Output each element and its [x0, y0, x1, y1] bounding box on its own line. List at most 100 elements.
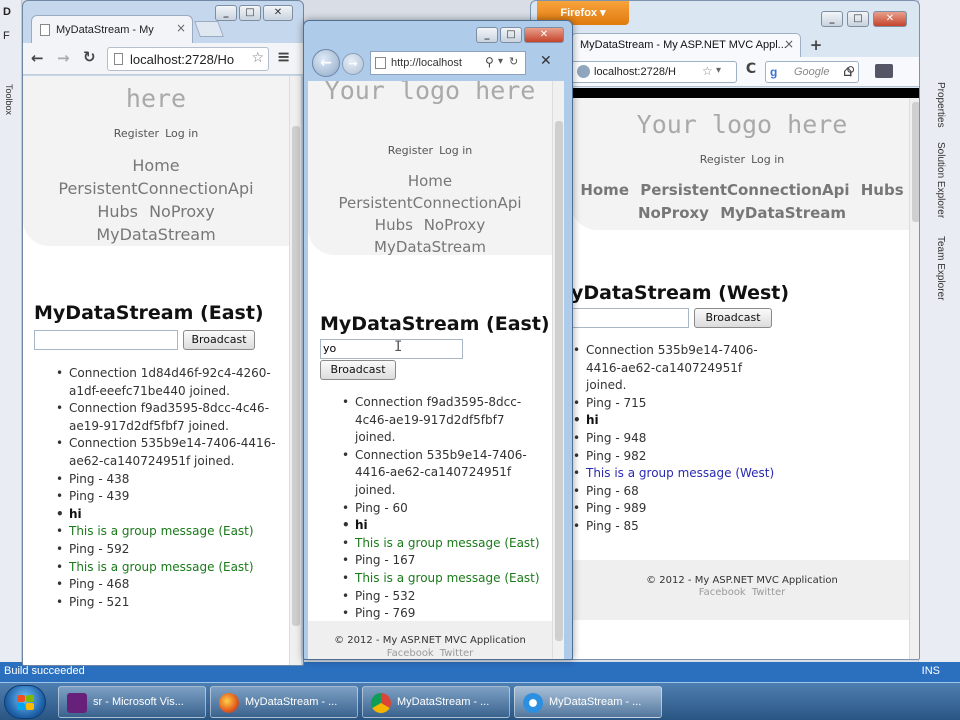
- login-link[interactable]: Log in: [165, 127, 198, 140]
- message-item: Connection f9ad3595-8dcc-4c46-ae19-917d2…: [340, 394, 546, 447]
- reload-button[interactable]: C: [739, 61, 763, 83]
- close-button[interactable]: ✕: [873, 11, 907, 27]
- nav-home[interactable]: Home: [408, 172, 452, 190]
- message-item: Ping - 948: [571, 430, 781, 448]
- message-input[interactable]: [571, 308, 689, 328]
- close-tab-icon[interactable]: ✕: [540, 53, 552, 69]
- register-link[interactable]: Register: [700, 153, 745, 166]
- nav-persistentconnectionapi[interactable]: PersistentConnectionApi: [640, 181, 849, 199]
- nav-hubs[interactable]: Hubs: [375, 216, 413, 234]
- nav-noproxy[interactable]: NoProxy: [149, 202, 215, 221]
- back-button[interactable]: ←: [312, 49, 340, 77]
- twitter-link[interactable]: Twitter: [752, 587, 786, 598]
- broadcast-button[interactable]: Broadcast: [694, 308, 772, 328]
- scrollbar[interactable]: [552, 81, 564, 659]
- message-item: Ping - 982: [571, 448, 781, 466]
- message-item: This is a group message (East): [54, 559, 276, 577]
- bookmark-star-icon[interactable]: ☆: [702, 64, 713, 78]
- team-explorer-tab[interactable]: Team Explorer: [935, 236, 946, 300]
- maximize-button[interactable]: □: [500, 27, 522, 43]
- message-item: Ping - 989: [571, 500, 781, 518]
- taskbar-item-chrome[interactable]: MyDataStream - ...: [362, 686, 510, 718]
- menu-icon[interactable]: ≡: [277, 47, 290, 66]
- forward-icon[interactable]: →: [57, 49, 70, 67]
- dropdown-icon[interactable]: ▾: [498, 56, 503, 67]
- nav-noproxy[interactable]: NoProxy: [424, 216, 486, 234]
- refresh-icon[interactable]: ↻: [509, 55, 518, 68]
- minimize-button[interactable]: _: [821, 11, 843, 27]
- back-icon[interactable]: ←: [31, 49, 44, 67]
- facebook-link[interactable]: Facebook: [699, 587, 746, 598]
- site-nav: Home PersistentConnectionApi Hubs NoProx…: [571, 179, 913, 225]
- nav-hubs[interactable]: Hubs: [861, 181, 904, 199]
- chrome-window: MyDataStream - My × _ □ ✕ ← → ↻ localhos…: [22, 0, 304, 666]
- taskbar-label: sr - Microsoft Vis...: [93, 696, 184, 708]
- url-bar[interactable]: localhost:2728/Ho ☆: [107, 47, 269, 71]
- twitter-link[interactable]: Twitter: [440, 648, 474, 659]
- facebook-link[interactable]: Facebook: [387, 648, 434, 659]
- dropdown-icon[interactable]: ▾: [716, 65, 721, 76]
- nav-home[interactable]: Home: [580, 181, 629, 199]
- message-item: Connection 1d84d46f-92c4-4260-a1df-eeefc…: [54, 365, 276, 400]
- toolbox-strip[interactable]: D F Toolbox: [0, 0, 22, 682]
- taskbar-item-visual-studio[interactable]: sr - Microsoft Vis...: [58, 686, 206, 718]
- properties-tab[interactable]: Properties: [935, 82, 946, 128]
- forward-button[interactable]: →: [342, 53, 364, 75]
- toolbox-tab[interactable]: Toolbox: [4, 84, 14, 115]
- page-heading: MyDataStream (East): [34, 302, 264, 324]
- vs-menu-letter: F: [3, 30, 10, 42]
- ie-window: _ □ ✕ ← → http://localhost ⚲ ▾ ↻ ✕ Your …: [303, 20, 573, 660]
- start-button[interactable]: [4, 685, 46, 719]
- firefox-window: Firefox ▾ _ □ ✕ MyDataStream - My ASP.NE…: [530, 0, 920, 660]
- new-tab-button[interactable]: [194, 21, 224, 37]
- search-icon[interactable]: ⚲: [485, 55, 494, 69]
- broadcast-button[interactable]: Broadcast: [320, 360, 396, 380]
- broadcast-button[interactable]: Broadcast: [183, 330, 255, 350]
- chevron-down-icon: ▾: [600, 7, 606, 19]
- minimize-button[interactable]: _: [476, 27, 498, 43]
- visual-studio-icon: [67, 693, 87, 713]
- nav-noproxy[interactable]: NoProxy: [638, 204, 709, 222]
- nav-persistentconnectionapi[interactable]: PersistentConnectionApi: [58, 179, 253, 198]
- nav-persistentconnectionapi[interactable]: PersistentConnectionApi: [338, 194, 521, 212]
- reload-icon[interactable]: ↻: [83, 48, 96, 66]
- close-button[interactable]: ✕: [263, 5, 293, 21]
- maximize-button[interactable]: □: [847, 11, 869, 27]
- taskbar-item-ie[interactable]: MyDataStream - ...: [514, 686, 662, 718]
- text-cursor-icon: I: [394, 339, 403, 355]
- login-link[interactable]: Log in: [439, 144, 472, 157]
- url-bar[interactable]: http://localhost ⚲ ▾ ↻: [370, 51, 526, 75]
- message-input[interactable]: yo: [320, 339, 463, 359]
- taskbar-item-firefox[interactable]: MyDataStream - ...: [210, 686, 358, 718]
- bookmark-star-icon[interactable]: ☆: [251, 50, 264, 66]
- home-icon[interactable]: ⌂: [843, 62, 853, 80]
- firefox-page: Your logo here Register Log in Home Persi…: [531, 98, 913, 659]
- register-link[interactable]: Register: [114, 127, 159, 140]
- nav-home[interactable]: Home: [132, 156, 179, 175]
- close-button[interactable]: ✕: [524, 27, 564, 43]
- message-item: hi: [340, 517, 546, 535]
- message-item: hi: [571, 412, 781, 430]
- close-tab-icon[interactable]: ×: [784, 37, 794, 51]
- tab-mydatastream[interactable]: MyDataStream - My ×: [31, 15, 193, 43]
- scrollbar[interactable]: [909, 98, 919, 659]
- nav-mydatastream[interactable]: MyDataStream: [374, 238, 486, 256]
- new-tab-button[interactable]: +: [805, 35, 827, 55]
- windows-logo-icon: [17, 695, 35, 711]
- register-link[interactable]: Register: [388, 144, 433, 157]
- message-item: Ping - 439: [54, 488, 276, 506]
- maximize-button[interactable]: □: [239, 5, 261, 21]
- menu-icon[interactable]: [875, 64, 893, 78]
- nav-mydatastream[interactable]: MyDataStream: [720, 204, 846, 222]
- url-bar[interactable]: localhost:2728/H ☆ ▾: [571, 61, 737, 83]
- nav-mydatastream[interactable]: MyDataStream: [96, 225, 215, 244]
- solution-explorer-tab[interactable]: Solution Explorer: [935, 142, 946, 218]
- login-link[interactable]: Log in: [751, 153, 784, 166]
- nav-hubs[interactable]: Hubs: [97, 202, 138, 221]
- scrollbar[interactable]: [289, 76, 301, 665]
- minimize-button[interactable]: _: [215, 5, 237, 21]
- url-text: localhost:2728/Ho: [130, 52, 235, 67]
- close-tab-icon[interactable]: ×: [176, 21, 186, 35]
- tab-mydatastream[interactable]: MyDataStream - My ASP.NET MVC Appl... ×: [571, 33, 801, 57]
- message-input[interactable]: [34, 330, 178, 350]
